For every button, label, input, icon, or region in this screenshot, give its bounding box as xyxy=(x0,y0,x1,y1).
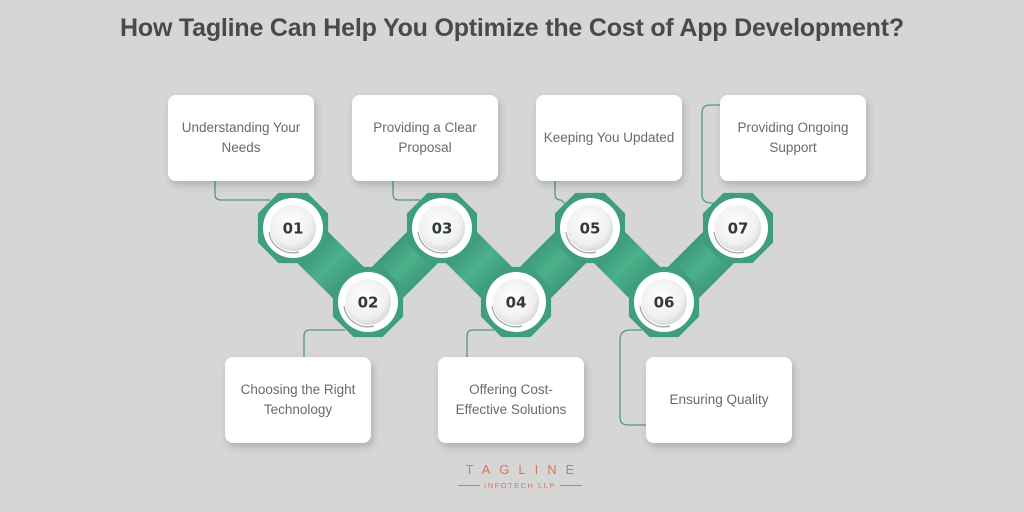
step-card-02: Choosing the Right Technology xyxy=(225,357,371,443)
step-label: Providing a Clear Proposal xyxy=(373,120,477,155)
connector-line xyxy=(619,329,646,426)
step-number: 05 xyxy=(580,220,601,238)
step-node-05: 05 xyxy=(554,192,626,264)
step-number: 04 xyxy=(506,294,527,312)
step-number: 02 xyxy=(358,294,379,312)
tagline-logo: TAGLINE INFOTECH LLP xyxy=(420,462,620,490)
logo-divider xyxy=(559,485,582,486)
step-label: Choosing the Right Technology xyxy=(240,382,356,417)
connector-line xyxy=(214,181,270,201)
step-node-07: 07 xyxy=(702,192,774,264)
step-label: Keeping You Updated xyxy=(543,130,675,145)
step-label: Understanding Your Needs xyxy=(181,120,301,155)
step-card-04: Offering Cost-Effective Solutions xyxy=(438,357,584,443)
step-label: Ensuring Quality xyxy=(669,392,769,407)
step-number: 07 xyxy=(728,220,749,238)
step-number: 01 xyxy=(283,220,304,238)
step-card-01: Understanding Your Needs xyxy=(168,95,314,181)
step-node-01: 01 xyxy=(257,192,329,264)
step-label: Providing Ongoing Support xyxy=(737,120,849,155)
connector-line xyxy=(554,181,569,207)
step-node-04: 04 xyxy=(480,266,552,338)
step-node-03: 03 xyxy=(406,192,478,264)
step-label: Offering Cost-Effective Solutions xyxy=(455,382,567,417)
step-number: 03 xyxy=(432,220,453,238)
connector-line xyxy=(701,104,720,207)
connector-line xyxy=(303,329,345,357)
logo-sub: INFOTECH LLP xyxy=(484,481,556,490)
connector-line xyxy=(392,181,420,201)
logo-divider xyxy=(458,485,481,486)
step-card-03: Providing a Clear Proposal xyxy=(352,95,498,181)
step-card-06: Ensuring Quality xyxy=(646,357,792,443)
step-card-07: Providing Ongoing Support xyxy=(720,95,866,181)
step-node-02: 02 xyxy=(332,266,404,338)
logo-brand: TAGLINE xyxy=(465,462,584,477)
step-card-05: Keeping You Updated xyxy=(536,95,682,181)
step-node-06: 06 xyxy=(628,266,700,338)
connector-line xyxy=(466,329,494,357)
step-number: 06 xyxy=(654,294,675,312)
